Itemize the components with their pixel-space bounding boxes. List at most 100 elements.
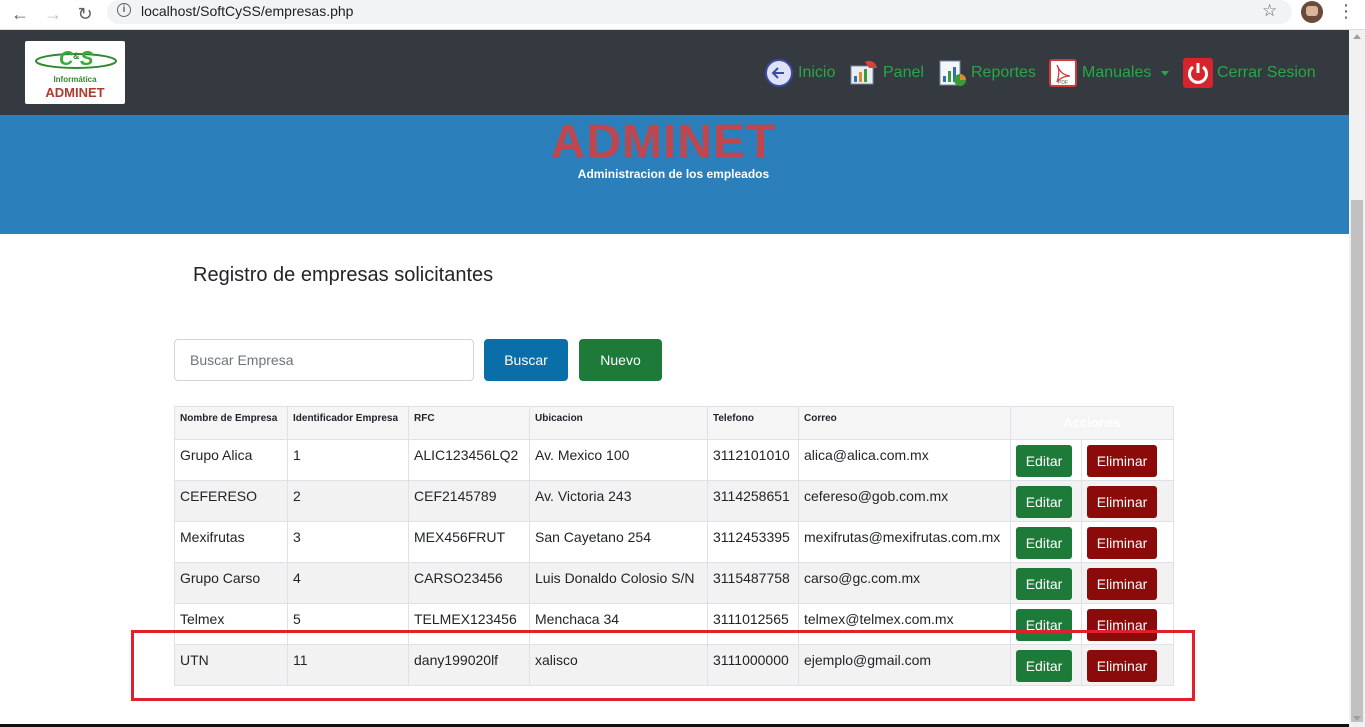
- scroll-down-icon[interactable]: [1353, 716, 1361, 721]
- scroll-up-icon[interactable]: [1353, 34, 1361, 39]
- table-cell: Av. Mexico 100: [529, 439, 708, 481]
- edit-button[interactable]: Editar: [1016, 527, 1072, 559]
- column-header: Identificador Empresa: [287, 406, 409, 440]
- table-row: Mexifrutas 3 MEX456FRUT San Cayetano 254 311…: [174, 521, 1174, 563]
- browser-menu-icon[interactable]: ⋮: [1337, 1, 1355, 22]
- table-cell: alica@alica.com.mx: [798, 439, 1011, 481]
- table-header-row: Nombre de Empresa Identificador Empresa …: [174, 406, 1174, 440]
- column-header: Correo: [798, 406, 1011, 440]
- power-icon: [1183, 58, 1213, 88]
- bookmark-star-icon[interactable]: ☆: [1262, 1, 1277, 21]
- delete-cell: Eliminar: [1081, 480, 1174, 522]
- logo-name: ADMINET: [45, 85, 105, 100]
- search-input[interactable]: [174, 339, 474, 381]
- page-title: Registro de empresas solicitantes: [193, 264, 494, 286]
- table-cell: ALIC123456LQ2: [408, 439, 530, 481]
- table-row: Grupo Carso 4 CARSO23456 Luis Donaldo Colos…: [174, 562, 1174, 604]
- table-cell: 3: [287, 521, 409, 563]
- scrollbar[interactable]: [1349, 30, 1365, 727]
- edit-button[interactable]: Editar: [1016, 609, 1072, 641]
- column-header-acciones: Acciones: [1010, 406, 1174, 440]
- back-circle-icon: [765, 59, 793, 87]
- svg-text:PDF: PDF: [1058, 80, 1068, 86]
- delete-cell: Eliminar: [1081, 439, 1174, 481]
- table-cell: CEF2145789: [408, 480, 530, 522]
- table-cell: MEX456FRUT: [408, 521, 530, 563]
- nav-label-panel: Panel: [883, 64, 924, 81]
- edit-button[interactable]: Editar: [1016, 568, 1072, 600]
- table-cell: CARSO23456: [408, 562, 530, 604]
- nav-item-inicio[interactable]: Inicio: [764, 57, 835, 89]
- table-cell: UTN: [174, 644, 288, 686]
- table-cell: San Cayetano 254: [529, 521, 708, 563]
- table-cell: mexifrutas@mexifrutas.com.mx: [798, 521, 1011, 563]
- edit-cell: Editar: [1010, 603, 1082, 645]
- table-cell: 3114258651: [707, 480, 799, 522]
- new-company-button[interactable]: Nuevo: [579, 339, 662, 381]
- table-cell: 5: [287, 603, 409, 645]
- table-cell: telmex@telmex.com.mx: [798, 603, 1011, 645]
- table-cell: Av. Victoria 243: [529, 480, 708, 522]
- nav-label-inicio: Inicio: [798, 64, 836, 81]
- address-bar[interactable]: i localhost/SoftCySS/empresas.php: [107, 0, 1292, 24]
- delete-cell: Eliminar: [1081, 603, 1174, 645]
- svg-text:C: C: [59, 48, 74, 70]
- arrow-left-icon[interactable]: ←: [8, 2, 32, 26]
- hero-subtitle: Administracion de los empleados: [577, 167, 770, 181]
- nav-label-reportes: Reportes: [971, 64, 1036, 81]
- delete-button[interactable]: Eliminar: [1087, 568, 1157, 600]
- url-text: localhost/SoftCySS/empresas.php: [141, 3, 354, 19]
- edit-cell: Editar: [1010, 480, 1082, 522]
- edit-cell: Editar: [1010, 439, 1082, 481]
- delete-button[interactable]: Eliminar: [1087, 650, 1157, 682]
- nav-label-manuales: Manuales: [1082, 64, 1152, 81]
- hero-title: ADMINET: [550, 116, 777, 169]
- companies-table: Nombre de Empresa Identificador Empresa …: [174, 406, 1174, 686]
- delete-button[interactable]: Eliminar: [1087, 486, 1157, 518]
- browser-toolbar: ← → ↻ i localhost/SoftCySS/empresas.php …: [0, 0, 1365, 30]
- table-cell: 3111012565: [707, 603, 799, 645]
- edit-button[interactable]: Editar: [1016, 486, 1072, 518]
- table-cell: TELMEX123456: [408, 603, 530, 645]
- table-cell: Mexifrutas: [174, 521, 288, 563]
- table-cell: dany199020lf: [408, 644, 530, 686]
- logo[interactable]: C & S Informática ADMINET: [25, 41, 125, 104]
- edit-cell: Editar: [1010, 521, 1082, 563]
- edit-cell: Editar: [1010, 644, 1082, 686]
- nav-item-cerrar-sesion[interactable]: Cerrar Sesion: [1183, 57, 1316, 89]
- table-row: UTN 11 dany199020lf xalisco 3111000000 ejempl…: [174, 644, 1174, 686]
- table-cell: 1: [287, 439, 409, 481]
- table-cell: Telmex: [174, 603, 288, 645]
- edit-button[interactable]: Editar: [1016, 650, 1072, 682]
- chevron-down-icon: [1161, 70, 1170, 76]
- profile-avatar-icon[interactable]: [1301, 1, 1323, 23]
- table-cell: 3111000000: [707, 644, 799, 686]
- table-cell: xalisco: [529, 644, 708, 686]
- table-cell: Grupo Alica: [174, 439, 288, 481]
- table-cell: Grupo Carso: [174, 562, 288, 604]
- delete-cell: Eliminar: [1081, 521, 1174, 563]
- delete-button[interactable]: Eliminar: [1087, 527, 1157, 559]
- table-cell: Luis Donaldo Colosio S/N: [529, 562, 708, 604]
- delete-button[interactable]: Eliminar: [1087, 609, 1157, 641]
- logo-subtitle: Informática: [53, 75, 97, 84]
- nav-item-panel[interactable]: Panel: [849, 57, 924, 89]
- reload-icon[interactable]: ↻: [73, 2, 97, 26]
- table-row: Telmex 5 TELMEX123456 Menchaca 34 3111012565…: [174, 603, 1174, 645]
- scroll-thumb[interactable]: [1351, 200, 1363, 722]
- delete-button[interactable]: Eliminar: [1087, 445, 1157, 477]
- info-icon[interactable]: i: [117, 3, 131, 17]
- table-cell: 3115487758: [707, 562, 799, 604]
- edit-button[interactable]: Editar: [1016, 445, 1072, 477]
- search-button[interactable]: Buscar: [484, 339, 568, 381]
- svg-text:&: &: [73, 51, 80, 61]
- table-cell: cefereso@gob.com.mx: [798, 480, 1011, 522]
- table-cell: ejemplo@gmail.com: [798, 644, 1011, 686]
- column-header: Ubicacion: [529, 406, 708, 440]
- nav-item-reportes[interactable]: Reportes: [937, 57, 1036, 89]
- column-header: Nombre de Empresa: [174, 406, 288, 440]
- edit-cell: Editar: [1010, 562, 1082, 604]
- navbar: C & S Informática ADMINET Inicio Panel R…: [0, 30, 1349, 115]
- arrow-right-icon[interactable]: →: [41, 2, 65, 26]
- nav-item-manuales[interactable]: PDF Manuales: [1048, 57, 1170, 89]
